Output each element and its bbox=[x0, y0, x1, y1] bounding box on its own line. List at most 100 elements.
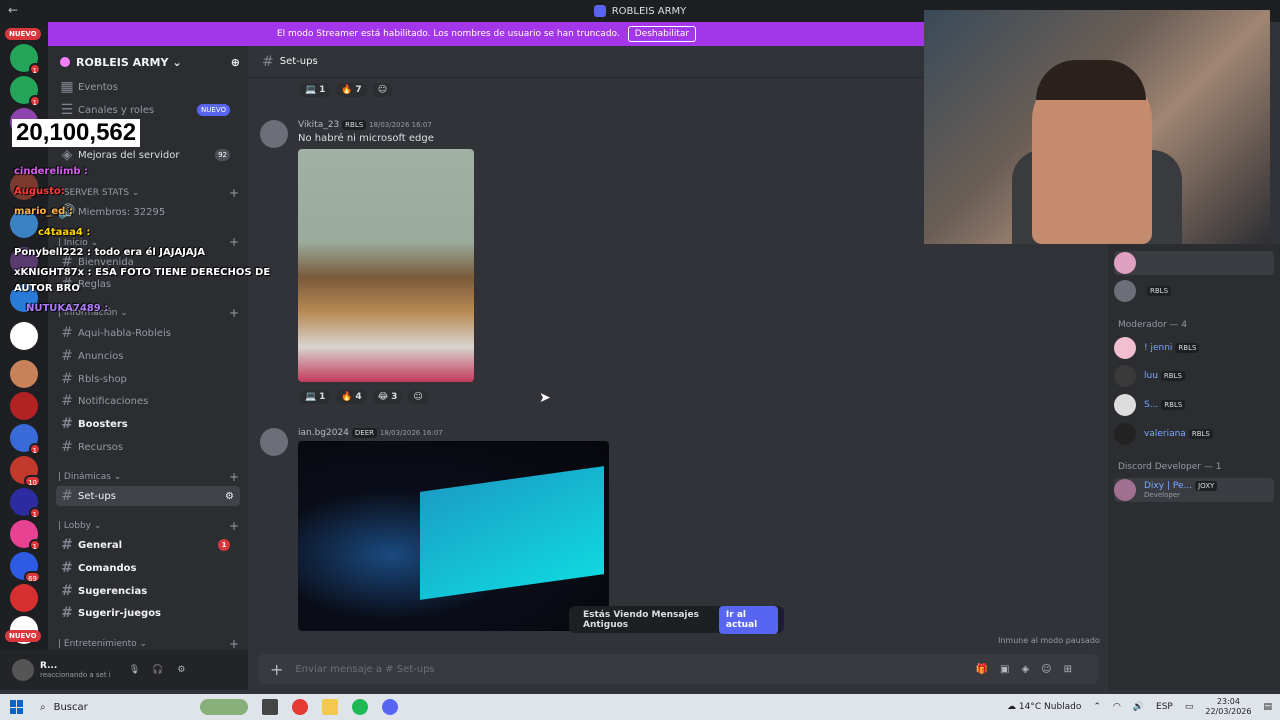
battery-icon[interactable]: ▭ bbox=[1185, 702, 1194, 712]
list-icon: ☰ bbox=[60, 102, 74, 118]
channel-title: Set-ups bbox=[279, 56, 318, 67]
add-channel-icon[interactable]: + bbox=[229, 519, 239, 533]
discord-icon[interactable] bbox=[382, 699, 398, 715]
category-dinamicas[interactable]: | Dinámicas ⌄ bbox=[58, 472, 121, 482]
server-icon[interactable] bbox=[10, 360, 38, 388]
view-counter: 20,100,562 bbox=[12, 119, 141, 147]
member-row[interactable] bbox=[1114, 251, 1274, 275]
events-link[interactable]: ▦ Eventos bbox=[56, 77, 240, 97]
calendar-icon: ▦ bbox=[60, 79, 74, 95]
server-boosts-link[interactable]: ◈ Mejoras del servidor 92 bbox=[56, 145, 240, 165]
back-arrow-icon[interactable]: ← bbox=[8, 3, 18, 17]
avatar[interactable] bbox=[260, 120, 288, 148]
weather[interactable]: ☁ 14°C Nublado bbox=[1007, 702, 1081, 712]
channel-boosters[interactable]: # Boosters bbox=[56, 414, 240, 434]
chrome-icon[interactable] bbox=[292, 699, 308, 715]
server-name: ROBLEIS ARMY bbox=[76, 55, 169, 69]
wifi-icon[interactable]: ◠ bbox=[1113, 702, 1121, 712]
invite-icon[interactable]: ⊕ bbox=[231, 56, 240, 69]
channel-sugerir-juegos[interactable]: # Sugerir-juegos bbox=[56, 603, 240, 623]
add-channel-icon[interactable]: + bbox=[229, 306, 239, 320]
category-entretenimiento[interactable]: | Entretenimiento ⌄ bbox=[58, 639, 147, 649]
gear-icon[interactable]: ⚙ bbox=[225, 491, 234, 502]
server-icon[interactable] bbox=[10, 392, 38, 420]
clock[interactable]: 23:04 22/03/2026 bbox=[1205, 697, 1251, 717]
member-row[interactable]: valeriana RBLS bbox=[1114, 422, 1274, 446]
channel-notificaciones[interactable]: # Notificaciones bbox=[56, 391, 240, 411]
server-icon[interactable]: 10 bbox=[10, 456, 41, 487]
server-icon[interactable]: 1 bbox=[10, 44, 41, 75]
new-pill: NUEVO bbox=[5, 630, 41, 642]
server-header[interactable]: ROBLEIS ARMY ⌄ ⊕ bbox=[48, 46, 248, 78]
reaction-computer[interactable]: 💻 1 bbox=[300, 390, 331, 404]
add-channel-icon[interactable]: + bbox=[229, 186, 239, 200]
message-image[interactable] bbox=[298, 441, 609, 631]
windows-start-icon[interactable] bbox=[10, 700, 24, 714]
channel-rbls-shop[interactable]: # Rbls-shop bbox=[56, 369, 240, 389]
chevron-up-icon[interactable]: ⌃ bbox=[1093, 702, 1101, 712]
member-row[interactable]: ! jenni RBLS bbox=[1114, 336, 1274, 360]
microphone-icon[interactable]: 🎙 bbox=[129, 665, 140, 675]
spotify-icon[interactable] bbox=[352, 699, 368, 715]
stream-chat-line: xKNIGHT87x : ESA FOTO TIENE DERECHOS DE bbox=[14, 267, 271, 278]
notifications-icon[interactable]: ▤ bbox=[1263, 702, 1272, 712]
member-row[interactable]: RBLS bbox=[1114, 279, 1274, 303]
channel-set-ups[interactable]: # Set-ups ⚙ bbox=[56, 486, 240, 506]
headphones-icon[interactable]: 🎧 bbox=[152, 665, 163, 675]
search-icon: ⌕ bbox=[40, 701, 46, 713]
channel-recursos[interactable]: # Recursos bbox=[56, 437, 240, 457]
add-channel-icon[interactable]: + bbox=[229, 235, 239, 249]
category-server-stats[interactable]: · SERVER STATS ⌄ bbox=[58, 188, 139, 198]
widget-icon[interactable] bbox=[200, 699, 248, 715]
message-composer[interactable]: + Enviar mensaje a # Set-ups 🎁▣◈☺⊞ bbox=[258, 654, 1098, 684]
server-icon[interactable]: 1 bbox=[10, 424, 41, 455]
message-author[interactable]: Vikita_23 RBLS 18/03/2026 16:07 bbox=[298, 120, 432, 130]
add-channel-icon[interactable]: + bbox=[229, 470, 239, 484]
message-image[interactable] bbox=[298, 149, 474, 382]
message-author[interactable]: ian.bg2024 DEER 18/03/2026 16:07 bbox=[298, 428, 443, 438]
composer-tools-icon[interactable]: 🎁▣◈☺⊞ bbox=[976, 664, 1084, 675]
member-row[interactable]: luu RBLS bbox=[1114, 364, 1274, 388]
gear-icon[interactable]: ⚙ bbox=[177, 665, 185, 675]
member-row[interactable]: Dixy | Pe... JOXY Developer bbox=[1114, 478, 1274, 502]
guild-tag: DEER bbox=[351, 428, 378, 438]
reaction-computer[interactable]: 💻 1 bbox=[300, 83, 331, 97]
language-indicator[interactable]: ESP bbox=[1156, 702, 1173, 712]
mouse-cursor-icon: ➤ bbox=[539, 390, 551, 406]
add-reaction-icon[interactable]: ☺ bbox=[372, 83, 393, 97]
taskbar-search[interactable]: ⌕ Buscar bbox=[40, 702, 220, 713]
reaction-laugh[interactable]: 😂 3 bbox=[372, 390, 403, 404]
server-icon[interactable] bbox=[10, 584, 38, 612]
paused-notice: Inmune al modo pausado bbox=[998, 636, 1100, 645]
channel-comandos[interactable]: # Comandos bbox=[56, 558, 240, 578]
category-lobby[interactable]: | Lobby ⌄ bbox=[58, 521, 101, 531]
avatar[interactable] bbox=[12, 659, 34, 681]
channel-aqui-habla[interactable]: # Aqui-habla-Robleis bbox=[56, 323, 240, 343]
volume-icon[interactable]: 🔊 bbox=[1133, 702, 1144, 712]
channel-header: # Set-ups bbox=[248, 46, 925, 78]
reaction-fire[interactable]: 🔥 4 bbox=[336, 390, 367, 404]
task-view-icon[interactable] bbox=[262, 699, 278, 715]
reaction-fire[interactable]: 🔥 7 bbox=[336, 83, 367, 97]
channels-roles-link[interactable]: ☰ Canales y roles NUEVO bbox=[56, 100, 240, 120]
plus-icon[interactable]: + bbox=[270, 660, 283, 679]
add-channel-icon[interactable]: + bbox=[229, 637, 239, 650]
guild-tag: RBLS bbox=[342, 120, 367, 130]
channel-anuncios[interactable]: # Anuncios bbox=[56, 346, 240, 366]
member-row[interactable]: S... RBLS bbox=[1114, 393, 1274, 417]
avatar[interactable] bbox=[260, 428, 288, 456]
server-icon[interactable]: 1 bbox=[10, 488, 41, 519]
disable-streamer-button[interactable]: Deshabilitar bbox=[627, 26, 697, 42]
jump-to-present-button[interactable]: Ir al actual bbox=[718, 605, 778, 634]
member-count-channel[interactable]: 🔊 Miembros: 32295 bbox=[56, 202, 240, 222]
channel-general[interactable]: # General 1 bbox=[56, 535, 240, 555]
add-reaction-icon[interactable]: ☺ bbox=[408, 390, 428, 404]
server-icon[interactable] bbox=[10, 322, 38, 350]
server-icon[interactable]: 1 bbox=[10, 76, 41, 107]
server-icon[interactable]: 69 bbox=[10, 552, 41, 583]
file-explorer-icon[interactable] bbox=[322, 699, 338, 715]
channel-sugerencias[interactable]: # Sugerencias bbox=[56, 581, 240, 601]
stream-chat-line: AUTOR BRO bbox=[14, 283, 80, 294]
server-icon[interactable]: 1 bbox=[10, 520, 41, 551]
chevron-down-icon: ⌄ bbox=[172, 55, 182, 69]
